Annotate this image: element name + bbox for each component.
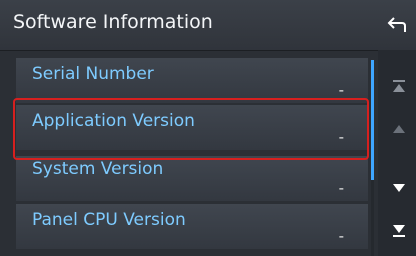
scroll-down-button[interactable] (392, 180, 406, 194)
page-title: Software Information (13, 11, 213, 33)
list-item-label: Serial Number (32, 64, 154, 84)
list-item-system-version[interactable]: System Version - (16, 156, 368, 201)
list-item-value: - (338, 179, 344, 197)
scroll-up-icon (393, 125, 405, 133)
scroll-to-bottom-icon (393, 225, 405, 237)
scroll-to-bottom-button[interactable] (392, 223, 406, 237)
list-item-value: - (338, 227, 344, 245)
back-button[interactable] (386, 14, 408, 36)
list-item-panel-cpu-version[interactable]: Panel CPU Version - (16, 204, 368, 249)
list-item-value: - (338, 81, 344, 99)
title-bar: Software Information (0, 0, 416, 51)
scrollbar-thumb[interactable] (371, 60, 374, 180)
list-item-serial-number[interactable]: Serial Number - (16, 58, 368, 103)
list-item-label: Panel CPU Version (32, 210, 186, 230)
list-item-label: System Version (32, 159, 164, 179)
scroll-down-icon (393, 184, 405, 192)
scroll-to-top-button[interactable] (392, 78, 406, 92)
scroll-up-button[interactable] (392, 121, 406, 135)
back-arrow-icon (387, 17, 406, 32)
scroll-to-top-icon (393, 80, 405, 92)
selection-highlight (13, 98, 369, 160)
